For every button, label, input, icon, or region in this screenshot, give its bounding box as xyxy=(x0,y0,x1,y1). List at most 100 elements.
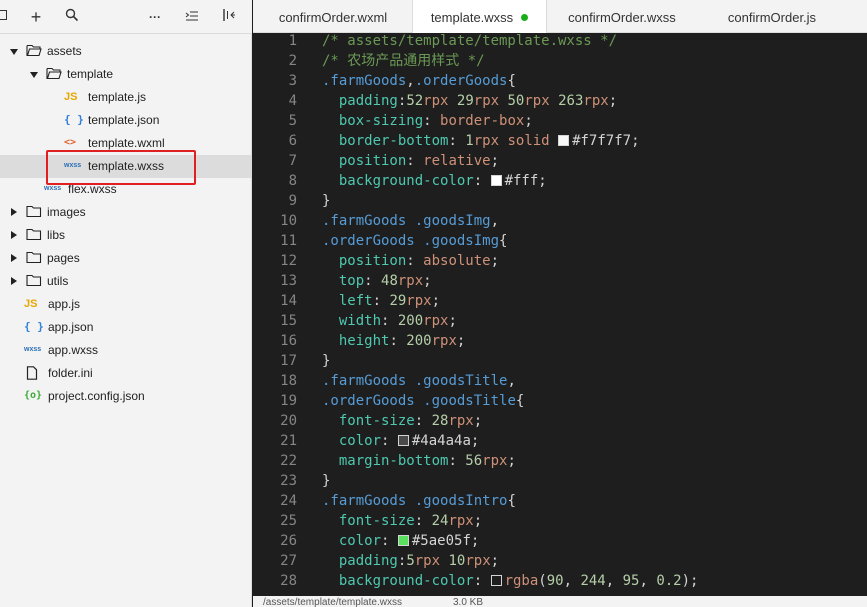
line-number: 2 xyxy=(288,53,297,69)
tab-confirmorder-wxml[interactable]: confirmOrder.wxml xyxy=(253,0,413,33)
config-file-icon: {o} xyxy=(24,390,43,401)
tree-file[interactable]: { } template.json xyxy=(0,109,251,132)
code-text: margin-bottom: 56rpx; xyxy=(338,453,516,469)
code-line: 25 font-size: 24rpx; xyxy=(253,511,867,531)
line-number: 15 xyxy=(280,313,297,329)
tree-folder[interactable]: assets xyxy=(0,40,251,63)
code-line: 15 width: 200rpx; xyxy=(253,311,867,331)
code-text: .farmGoods .goodsTitle, xyxy=(322,373,516,389)
modified-dot-icon xyxy=(521,14,529,21)
tab-template-wxss[interactable]: template.wxss xyxy=(412,0,547,34)
tree-item-label: app.wxss xyxy=(48,343,99,357)
line-number: 25 xyxy=(280,513,297,529)
chevron-down-icon[interactable] xyxy=(10,49,18,55)
code-text: .orderGoods .goodsImg{ xyxy=(322,233,508,249)
chevron-right-icon[interactable] xyxy=(11,277,17,285)
line-number: 27 xyxy=(280,553,297,569)
tree-item-label: project.config.json xyxy=(48,389,145,403)
line-number: 4 xyxy=(288,93,297,109)
chevron-down-icon[interactable] xyxy=(30,72,38,78)
tab-label: template.wxss xyxy=(430,10,514,25)
line-number: 22 xyxy=(280,453,297,469)
code-text: color: #4a4a4a; xyxy=(338,433,480,449)
code-line: 12 position: absolute; xyxy=(253,251,867,271)
color-swatch-icon[interactable] xyxy=(490,575,502,586)
line-number: 23 xyxy=(280,473,297,489)
code-text: /* 农场产品通用样式 */ xyxy=(322,53,485,69)
code-line: 14 left: 29rpx; xyxy=(253,291,867,311)
add-icon[interactable]: + xyxy=(26,7,46,27)
code-text: font-size: 24rpx; xyxy=(338,513,483,529)
tree-item-label: folder.ini xyxy=(48,366,93,380)
code-line: 27 padding:5rpx 10rpx; xyxy=(253,551,867,571)
color-swatch-icon[interactable] xyxy=(397,535,409,546)
tree-file[interactable]: JS app.js xyxy=(0,293,251,316)
code-line: 5 box-sizing: border-box; xyxy=(253,111,867,131)
chevron-right-icon[interactable] xyxy=(11,254,17,262)
code-text: background-color: rgba(90, 244, 95, 0.2)… xyxy=(338,573,699,589)
tree-folder[interactable]: utils xyxy=(0,270,251,293)
code-line: 3 .farmGoods,.orderGoods{ xyxy=(253,71,867,91)
search-icon[interactable] xyxy=(62,7,82,27)
code-line: 10 .farmGoods .goodsImg, xyxy=(253,211,867,231)
code-line: 16 height: 200rpx; xyxy=(253,331,867,351)
chevron-right-icon[interactable] xyxy=(11,208,17,216)
line-number: 17 xyxy=(280,353,297,369)
code-line: 7 position: relative; xyxy=(253,151,867,171)
outline-icon[interactable] xyxy=(182,7,202,27)
tree-file[interactable]: folder.ini xyxy=(0,362,251,385)
color-swatch-icon[interactable] xyxy=(490,175,502,186)
code-text: /* assets/template/template.wxss */ xyxy=(322,33,618,49)
code-text: left: 29rpx; xyxy=(338,293,441,309)
tab-confirmorder-js[interactable]: confirmOrder.js xyxy=(697,0,847,33)
folder-icon xyxy=(26,205,44,219)
tree-file[interactable]: JS template.js xyxy=(0,86,251,109)
chevron-right-icon[interactable] xyxy=(11,231,17,239)
code-text: position: absolute; xyxy=(338,253,500,269)
color-swatch-icon[interactable] xyxy=(558,135,570,146)
tree-file[interactable]: wxss app.wxss xyxy=(0,339,251,362)
folder-icon xyxy=(26,274,44,288)
tree-folder[interactable]: libs xyxy=(0,224,251,247)
code-text: border-bottom: 1rpx solid #f7f7f7; xyxy=(338,133,640,149)
line-number: 24 xyxy=(280,493,297,509)
code-text: font-size: 28rpx; xyxy=(338,413,483,429)
code-text: background-color: #fff; xyxy=(338,173,547,189)
line-number: 1 xyxy=(288,33,297,49)
code-text: padding:5rpx 10rpx; xyxy=(338,553,500,569)
tree-file[interactable]: { } app.json xyxy=(0,316,251,339)
code-text: height: 200rpx; xyxy=(338,333,466,349)
tab-label: confirmOrder.wxss xyxy=(568,10,676,25)
code-line: 11 .orderGoods .goodsImg{ xyxy=(253,231,867,251)
line-number: 8 xyxy=(288,173,297,189)
color-swatch-icon[interactable] xyxy=(397,435,409,446)
tab-confirmorder-wxss[interactable]: confirmOrder.wxss xyxy=(547,0,697,33)
tab-label: confirmOrder.wxml xyxy=(278,10,388,25)
tree-item-label: template xyxy=(67,67,114,81)
tree-folder[interactable]: pages xyxy=(0,247,251,270)
line-number: 3 xyxy=(288,73,297,89)
collapse-icon[interactable] xyxy=(0,7,14,27)
explorer-toolbar: + ··· xyxy=(0,0,252,34)
code-line: 2 /* 农场产品通用样式 */ xyxy=(253,51,867,71)
folder-icon xyxy=(26,251,44,265)
code-text: .farmGoods .goodsImg, xyxy=(322,213,500,229)
split-icon[interactable] xyxy=(219,7,239,27)
code-line: 22 margin-bottom: 56rpx; xyxy=(253,451,867,471)
tree-folder[interactable]: images xyxy=(0,201,251,224)
json-file-icon: { } xyxy=(64,113,84,126)
more-icon[interactable]: ··· xyxy=(145,7,165,27)
code-line: 19 .orderGoods .goodsTitle{ xyxy=(253,391,867,411)
code-text: .farmGoods,.orderGoods{ xyxy=(322,73,516,89)
code-editor[interactable]: 1 /* assets/template/template.wxss */ 2 /* … xyxy=(253,33,867,596)
code-text: top: 48rpx; xyxy=(338,273,432,289)
code-line: 23} xyxy=(253,471,867,491)
tree-item-label: template.json xyxy=(88,113,160,127)
tree-folder[interactable]: template xyxy=(0,63,251,86)
status-file-path: /assets/template/template.wxss xyxy=(263,597,402,607)
tree-file[interactable]: {o} project.config.json xyxy=(0,385,251,408)
line-number: 6 xyxy=(288,133,297,149)
folder-open-icon xyxy=(46,67,64,81)
code-text: box-sizing: border-box; xyxy=(338,113,533,129)
tree-item-label: images xyxy=(47,205,86,219)
